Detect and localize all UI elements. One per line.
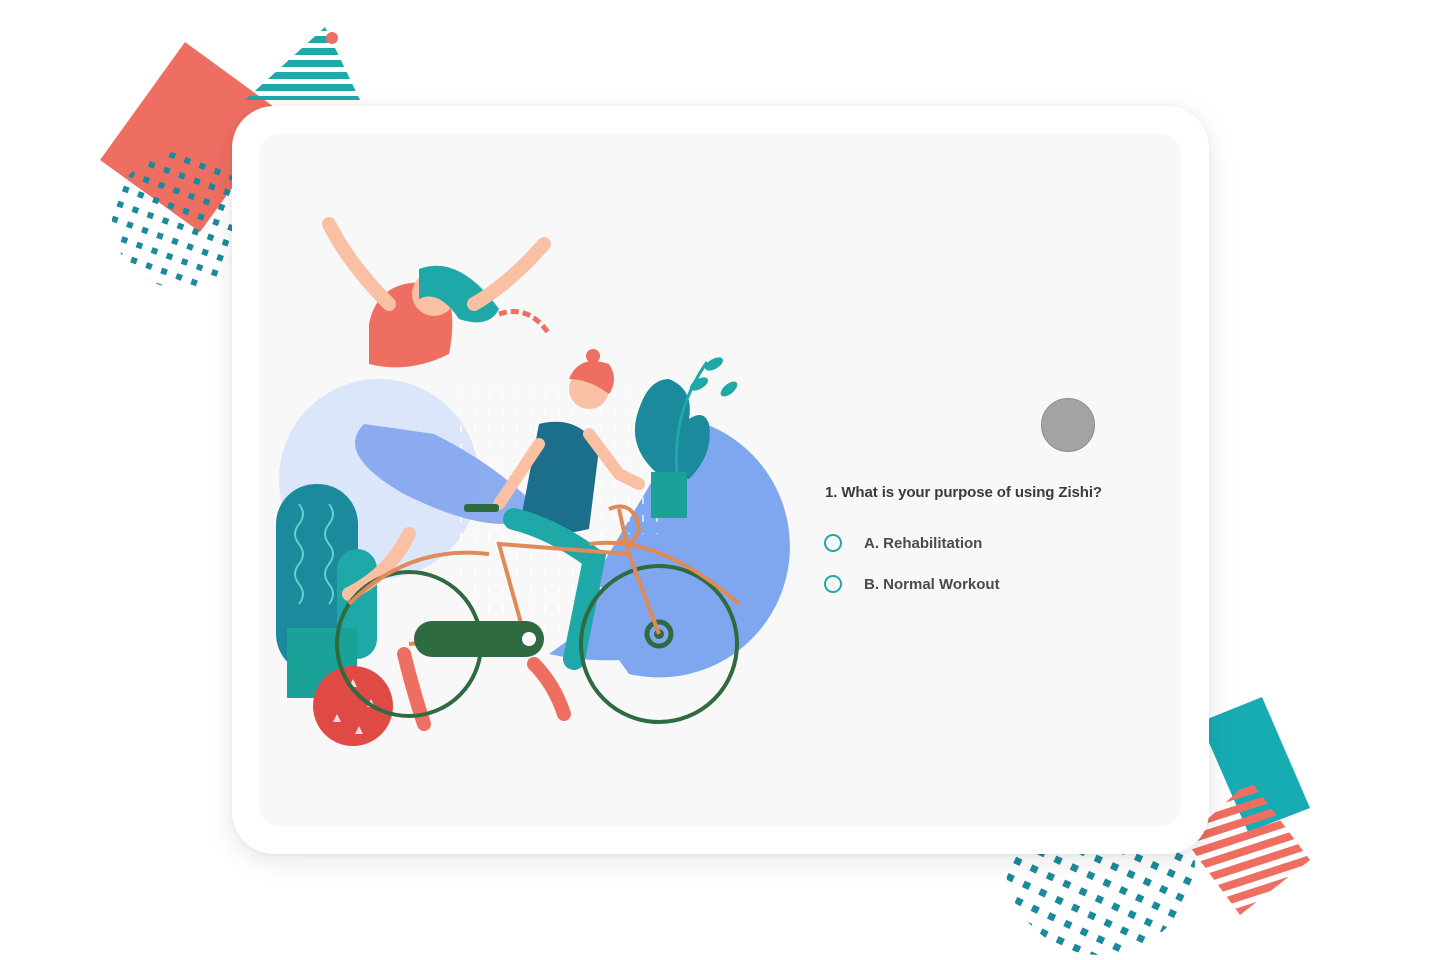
radio-button[interactable] [824, 575, 842, 593]
option-normal-workout[interactable]: B. Normal Workout [824, 575, 1000, 593]
tablet-frame: 1. What is your purpose of using Zishi? … [232, 106, 1209, 854]
option-label: A. Rehabilitation [864, 534, 983, 552]
tablet-screen: 1. What is your purpose of using Zishi? … [259, 134, 1181, 826]
illustration-cyclists [276, 217, 790, 746]
option-label: B. Normal Workout [864, 575, 1000, 593]
option-rehabilitation[interactable]: A. Rehabilitation [824, 534, 982, 552]
radio-button[interactable] [824, 534, 842, 552]
survey-question: 1. What is your purpose of using Zishi? [825, 484, 1102, 501]
home-button[interactable] [1041, 398, 1095, 452]
